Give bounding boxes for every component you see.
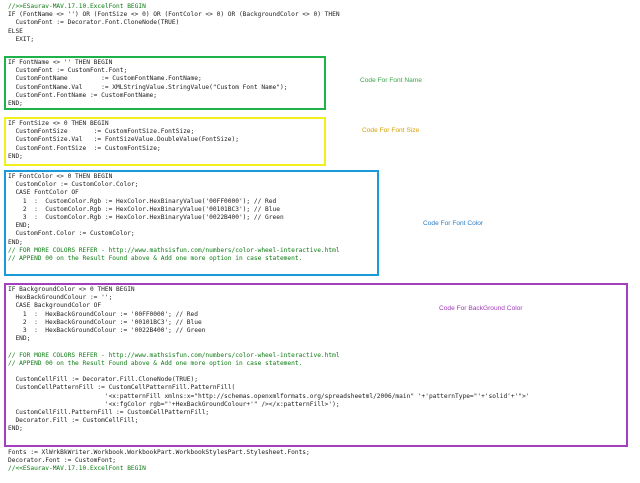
code-line: //<<ESaurav-MAV.17.10.ExcelFont BEGIN: [8, 465, 146, 473]
code-line: //>>ESaurav-MAV.17.10.ExcelFont BEGIN: [8, 3, 146, 10]
font-size-box: [4, 117, 326, 166]
background-color-box: [4, 283, 628, 447]
code-line: ELSE: [8, 27, 23, 35]
font-color-box: [4, 170, 379, 276]
font-name-box: [4, 56, 326, 110]
font-color-label: Code For Font Color: [423, 220, 484, 227]
background-color-label: Code For BackGround Color: [439, 305, 523, 312]
font-size-label: Code For Font Size: [362, 127, 420, 134]
code-line: Decorator.Font := CustomFont;: [8, 457, 117, 465]
code-line: EXIT;: [8, 35, 35, 43]
font-name-label: Code For Font Name: [360, 77, 422, 84]
code-line: CustomFont := Decorator.Font.CloneNode(T…: [8, 19, 180, 27]
code-line: IF (FontName <> '') OR (FontSize <> 0) O…: [8, 11, 340, 19]
code-line: Fonts := XlWrkBkWriter.Workbook.Workbook…: [8, 449, 310, 456]
